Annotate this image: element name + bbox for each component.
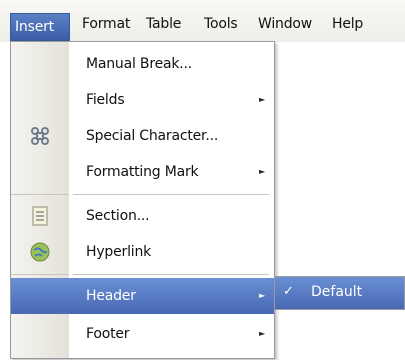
submenu-arrow-icon: ► [259,329,266,338]
menu-item-footer[interactable]: Footer ► [11,316,274,352]
menubar-format-label: Format [82,16,131,32]
menu-item-label: Formatting Mark [86,164,199,180]
menu-item-manual-break[interactable]: Manual Break... [11,46,274,82]
menu-item-label: Section... [86,208,150,224]
menu-item-hyperlink[interactable]: Hyperlink [11,234,274,270]
menubar-table[interactable]: Table [146,14,181,34]
menu-item-label: Fields [86,92,125,108]
section-icon [29,205,51,227]
menubar-insert-label: Insert [15,19,54,35]
menu-separator [11,194,69,195]
submenu-arrow-icon: ► [259,167,266,176]
menu-item-header[interactable]: Header ► [11,278,274,314]
hyperlink-globe-icon [29,241,51,263]
submenu-item-default[interactable]: ✓ Default [275,277,404,309]
menubar-tools-label: Tools [204,16,238,32]
menubar-window[interactable]: Window [258,14,312,34]
submenu-item-label: Default [311,284,363,300]
menu-item-label: Footer [86,326,130,342]
menubar-tools[interactable]: Tools [204,14,238,34]
special-character-icon [29,125,51,147]
menu-separator [73,274,269,275]
checkmark-icon: ✓ [283,284,294,299]
submenu-arrow-icon: ► [259,291,266,300]
menu-item-section[interactable]: Section... [11,198,274,234]
menu-separator [73,194,269,195]
menu-item-label: Special Character... [86,128,219,144]
menu-item-label: Manual Break... [86,56,193,72]
menu-bar: Insert Format Table Tools Window Help [0,0,405,42]
submenu-arrow-icon: ► [259,95,266,104]
menubar-table-label: Table [146,16,182,32]
menu-item-fields[interactable]: Fields ► [11,82,274,118]
menubar-window-label: Window [258,16,313,32]
header-submenu: ✓ Default [274,276,405,310]
menu-item-formatting-mark[interactable]: Formatting Mark ► [11,154,274,190]
insert-menu: Manual Break... Fields ► Special Charact… [10,41,275,359]
menubar-insert[interactable]: Insert [10,13,70,41]
menu-separator [11,274,69,275]
menubar-format[interactable]: Format [82,14,130,34]
menubar-help-label: Help [332,16,364,32]
menubar-help[interactable]: Help [332,14,363,34]
menu-item-special-character[interactable]: Special Character... [11,118,274,154]
menu-item-label: Header [86,288,136,304]
menu-item-label: Hyperlink [86,244,152,260]
document-area [276,42,405,276]
